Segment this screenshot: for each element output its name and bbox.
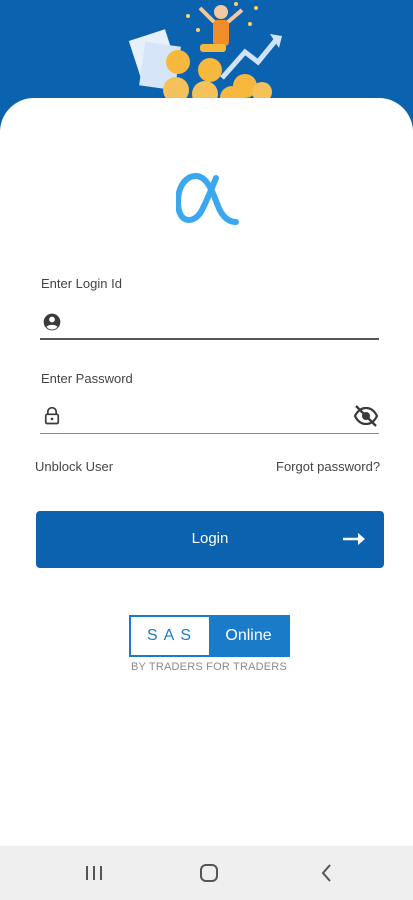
login-id-field[interactable] [40, 304, 379, 340]
recent-apps-icon[interactable] [80, 860, 108, 886]
forgot-password-link[interactable]: Forgot password? [276, 459, 380, 474]
lock-icon [44, 406, 60, 425]
account-circle-icon [43, 313, 61, 331]
eye-off-icon[interactable] [353, 404, 379, 428]
sas-online-logo: SAS Online [129, 615, 290, 657]
password-field[interactable] [40, 398, 379, 434]
unblock-user-link[interactable]: Unblock User [35, 459, 113, 474]
login-button[interactable]: Login [36, 511, 384, 568]
back-icon[interactable] [313, 860, 341, 886]
password-input[interactable] [70, 402, 340, 430]
brand-tagline: BY TRADERS FOR TRADERS [131, 661, 287, 673]
password-label: Enter Password [41, 371, 133, 386]
home-icon[interactable] [195, 860, 223, 886]
sas-logo-left: SAS [131, 617, 209, 655]
login-button-label: Login [191, 530, 229, 547]
login-id-input[interactable] [70, 308, 340, 336]
system-nav-bar [0, 846, 413, 900]
alpha-logo-icon [176, 172, 239, 225]
login-id-label: Enter Login Id [41, 276, 122, 291]
sas-logo-right: Online [209, 617, 288, 655]
arrow-right-icon [343, 533, 365, 545]
